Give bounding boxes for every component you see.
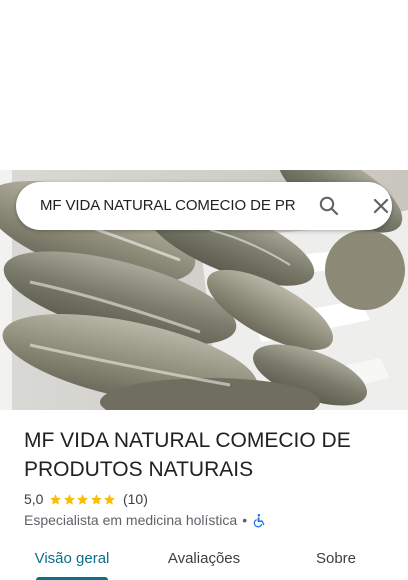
close-icon[interactable] — [369, 194, 393, 218]
category-row: Especialista em medicina holística • — [24, 510, 267, 530]
star-icon — [104, 493, 116, 505]
tab-about[interactable]: Sobre — [300, 540, 372, 580]
search-bar[interactable]: MF VIDA NATURAL COMECIO DE PR — [16, 182, 392, 230]
rating-value: 5,0 — [24, 491, 44, 507]
rating-stars — [49, 493, 117, 506]
separator-dot: • — [242, 512, 248, 528]
star-icon — [50, 493, 62, 505]
place-details-page: MF VIDA NATURAL COMECIO DE PR MF VIDA NA… — [0, 0, 408, 580]
place-title: MF VIDA NATURAL COMECIO DE PRODUTOS NATU… — [24, 429, 351, 481]
star-icon — [91, 493, 102, 505]
search-input[interactable]: MF VIDA NATURAL COMECIO DE PR — [40, 182, 304, 230]
star-icon — [77, 493, 89, 505]
rating-row[interactable]: 5,0 (10) — [24, 489, 148, 509]
wheelchair-accessible-icon — [252, 513, 267, 528]
review-count[interactable]: (10) — [123, 491, 148, 507]
tab-overview[interactable]: Visão geral — [30, 540, 114, 580]
category-label: Especialista em medicina holística — [24, 512, 238, 528]
star-icon — [64, 493, 75, 505]
search-icon[interactable] — [317, 194, 341, 218]
tab-reviews[interactable]: Avaliações — [160, 540, 248, 580]
place-tabs: Visão geral Avaliações Sobre — [0, 540, 408, 580]
